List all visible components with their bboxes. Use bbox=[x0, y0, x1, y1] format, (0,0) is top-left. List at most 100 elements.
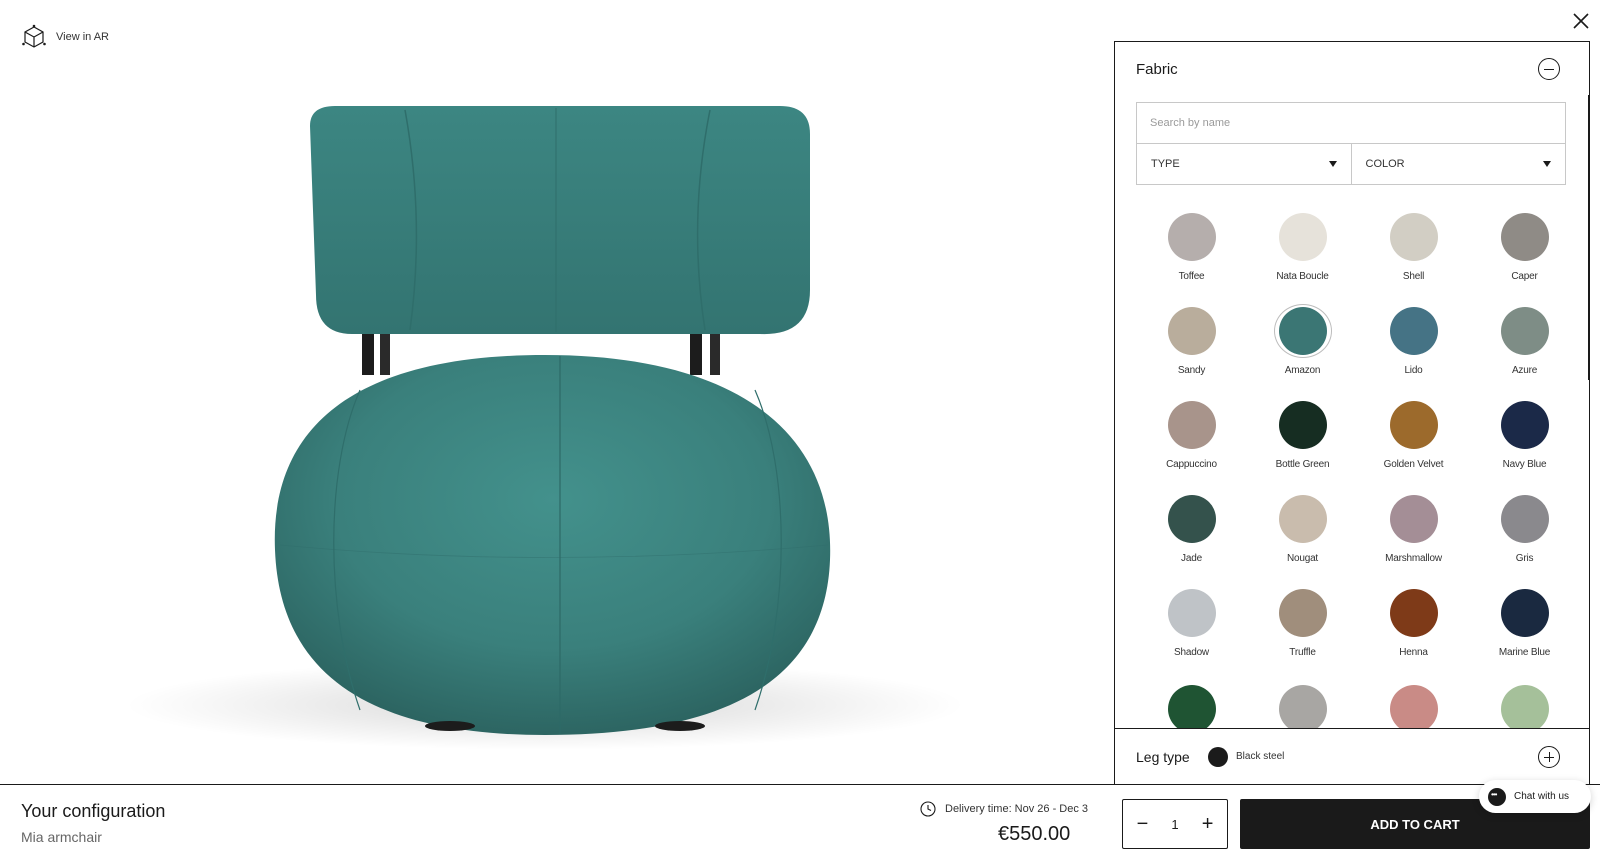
swatch-color bbox=[1389, 307, 1438, 355]
swatch-ring bbox=[1274, 586, 1332, 640]
swatch-label: Navy Blue bbox=[1502, 459, 1547, 470]
swatch-label: Sandy bbox=[1177, 365, 1206, 376]
swatch-label: Henna bbox=[1399, 647, 1428, 658]
view-in-ar-label: View in AR bbox=[56, 31, 109, 43]
swatch-color bbox=[1278, 495, 1327, 543]
swatch-ring bbox=[1385, 492, 1443, 546]
swatch-color bbox=[1167, 495, 1216, 543]
delivery-time-text: Delivery time: Nov 26 - Dec 3 bbox=[945, 803, 1089, 815]
close-icon bbox=[1573, 13, 1589, 29]
swatch-color bbox=[1500, 401, 1549, 449]
swatch-ring bbox=[1385, 398, 1443, 452]
fabric-swatch[interactable]: Amazon bbox=[1247, 304, 1358, 376]
swatch-ring bbox=[1163, 210, 1221, 264]
fabric-swatch[interactable]: Cappuccino bbox=[1136, 398, 1247, 470]
swatch-color bbox=[1500, 307, 1549, 355]
fabric-swatch[interactable]: Golden Velvet bbox=[1358, 398, 1469, 470]
fabric-swatch[interactable]: Nougat bbox=[1247, 492, 1358, 564]
product-price: €550.00 bbox=[998, 823, 1071, 845]
close-button[interactable] bbox=[1568, 8, 1594, 34]
swatch-label: Golden Velvet bbox=[1383, 459, 1444, 470]
fabric-section-title: Fabric bbox=[1136, 61, 1178, 78]
color-filter-dropdown[interactable]: COLOR bbox=[1351, 144, 1566, 185]
expand-leg-type-button[interactable] bbox=[1538, 746, 1560, 768]
swatch-ring bbox=[1385, 210, 1443, 264]
collapse-fabric-button[interactable] bbox=[1538, 58, 1560, 80]
fabric-swatch[interactable]: Jade bbox=[1136, 492, 1247, 564]
fabric-swatch[interactable]: Marine Blue bbox=[1469, 586, 1580, 658]
swatch-color bbox=[1500, 589, 1549, 637]
leg-type-section[interactable]: Leg type Black steel bbox=[1114, 728, 1590, 784]
swatch-label: Gris bbox=[1515, 553, 1534, 564]
swatch-color bbox=[1167, 307, 1216, 355]
swatch-ring bbox=[1163, 492, 1221, 546]
fabric-swatch[interactable]: Navy Blue bbox=[1469, 398, 1580, 470]
fabric-swatch[interactable]: Toffee bbox=[1136, 210, 1247, 282]
swatch-label: Nata Boucle bbox=[1276, 271, 1329, 282]
caret-down-icon bbox=[1328, 161, 1337, 167]
armchair-render bbox=[120, 90, 1000, 770]
configuration-title: Your configuration bbox=[21, 801, 166, 821]
fabric-search-input[interactable] bbox=[1136, 102, 1566, 144]
fabric-swatch[interactable]: Lido bbox=[1358, 304, 1469, 376]
clock-icon bbox=[920, 801, 936, 817]
view-in-ar-button[interactable]: View in AR bbox=[22, 24, 109, 50]
swatch-label: Toffee bbox=[1178, 271, 1205, 282]
fabric-swatch[interactable]: Truffle bbox=[1247, 586, 1358, 658]
fabric-swatch[interactable]: Nata Boucle bbox=[1247, 210, 1358, 282]
swatch-ring bbox=[1496, 210, 1554, 264]
swatch-ring bbox=[1274, 398, 1332, 452]
swatch-color bbox=[1389, 685, 1438, 733]
panel-scrollbar[interactable] bbox=[1588, 95, 1589, 380]
swatch-color bbox=[1500, 685, 1549, 733]
chat-label: Chat with us bbox=[1514, 791, 1570, 802]
swatch-color bbox=[1500, 495, 1549, 543]
ar-cube-icon bbox=[22, 24, 46, 48]
swatch-color bbox=[1389, 401, 1438, 449]
swatch-ring bbox=[1163, 586, 1221, 640]
fabric-swatch[interactable]: Gris bbox=[1469, 492, 1580, 564]
chat-with-us-button[interactable]: Chat with us bbox=[1479, 780, 1591, 813]
swatch-label: Caper bbox=[1511, 271, 1538, 282]
swatch-color bbox=[1167, 685, 1216, 733]
fabric-swatch[interactable]: Caper bbox=[1469, 210, 1580, 282]
swatch-ring bbox=[1274, 210, 1332, 264]
fabric-swatch[interactable]: Marshmallow bbox=[1358, 492, 1469, 564]
swatch-ring bbox=[1163, 398, 1221, 452]
fabric-filters: TYPE COLOR bbox=[1136, 144, 1566, 185]
leg-type-title: Leg type bbox=[1136, 749, 1190, 765]
fabric-swatch[interactable]: Azure bbox=[1469, 304, 1580, 376]
quantity-stepper: − 1 + bbox=[1122, 799, 1228, 849]
swatch-color bbox=[1278, 213, 1327, 261]
swatch-label: Truffle bbox=[1289, 647, 1316, 658]
type-filter-dropdown[interactable]: TYPE bbox=[1136, 144, 1352, 185]
swatch-ring bbox=[1496, 398, 1554, 452]
swatch-ring bbox=[1496, 304, 1554, 358]
leg-type-value: Black steel bbox=[1236, 751, 1285, 762]
swatch-label: Amazon bbox=[1284, 365, 1321, 376]
swatch-color bbox=[1167, 213, 1216, 261]
fabric-swatch-grid: Toffee Nata Boucle Shell Caper Sandy Amazon Li… bbox=[1136, 210, 1580, 752]
fabric-panel: Fabric TYPE COLOR Toffee Nata Boucle Shell… bbox=[1114, 41, 1590, 784]
fabric-swatch[interactable]: Henna bbox=[1358, 586, 1469, 658]
decrease-quantity-button[interactable]: − bbox=[1132, 814, 1152, 834]
swatch-label: Marshmallow bbox=[1385, 553, 1442, 564]
fabric-swatch[interactable]: Bottle Green bbox=[1247, 398, 1358, 470]
type-filter-label: TYPE bbox=[1151, 158, 1180, 170]
leg-color-swatch bbox=[1208, 747, 1228, 767]
swatch-label: Shell bbox=[1402, 271, 1425, 282]
chat-bubble-icon bbox=[1488, 787, 1506, 806]
quantity-value: 1 bbox=[1171, 816, 1179, 832]
swatch-color bbox=[1167, 589, 1216, 637]
swatch-color bbox=[1278, 307, 1327, 355]
swatch-label: Jade bbox=[1181, 553, 1202, 564]
fabric-swatch[interactable]: Shell bbox=[1358, 210, 1469, 282]
product-viewer[interactable]: View in AR bbox=[0, 0, 1114, 784]
product-name: Mia armchair bbox=[21, 829, 102, 845]
swatch-color bbox=[1389, 213, 1438, 261]
fabric-swatch[interactable]: Sandy bbox=[1136, 304, 1247, 376]
increase-quantity-button[interactable]: + bbox=[1198, 814, 1218, 834]
fabric-swatch[interactable]: Shadow bbox=[1136, 586, 1247, 658]
swatch-color bbox=[1389, 495, 1438, 543]
swatch-ring bbox=[1274, 492, 1332, 546]
